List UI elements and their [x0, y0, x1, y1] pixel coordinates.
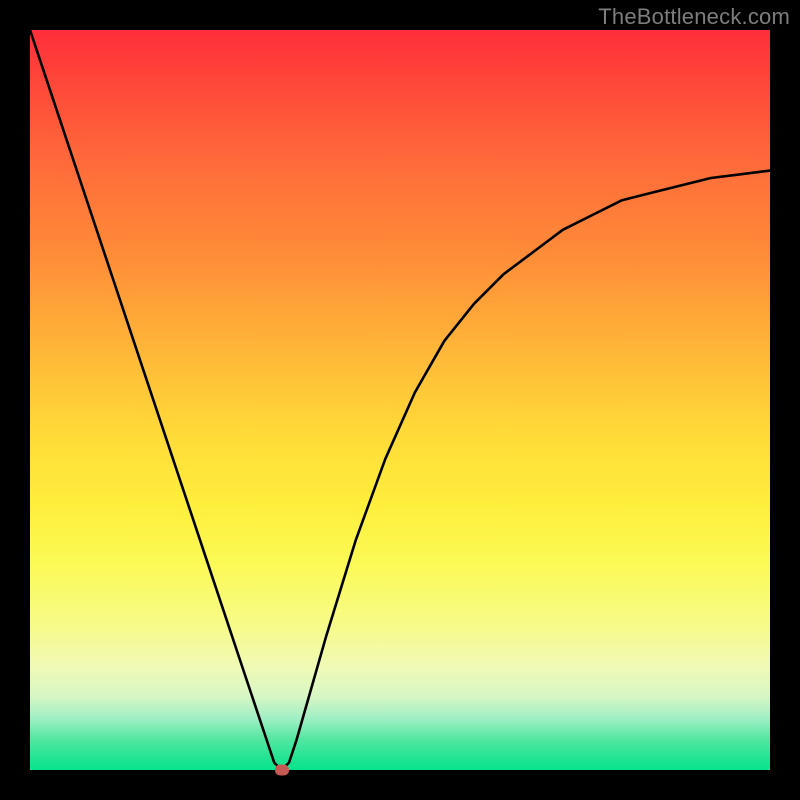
chart-frame: TheBottleneck.com [0, 0, 800, 800]
bottleneck-curve [30, 30, 770, 770]
minimum-marker [275, 765, 289, 776]
watermark-text: TheBottleneck.com [598, 4, 790, 30]
plot-area [30, 30, 770, 770]
curve-layer [30, 30, 770, 770]
